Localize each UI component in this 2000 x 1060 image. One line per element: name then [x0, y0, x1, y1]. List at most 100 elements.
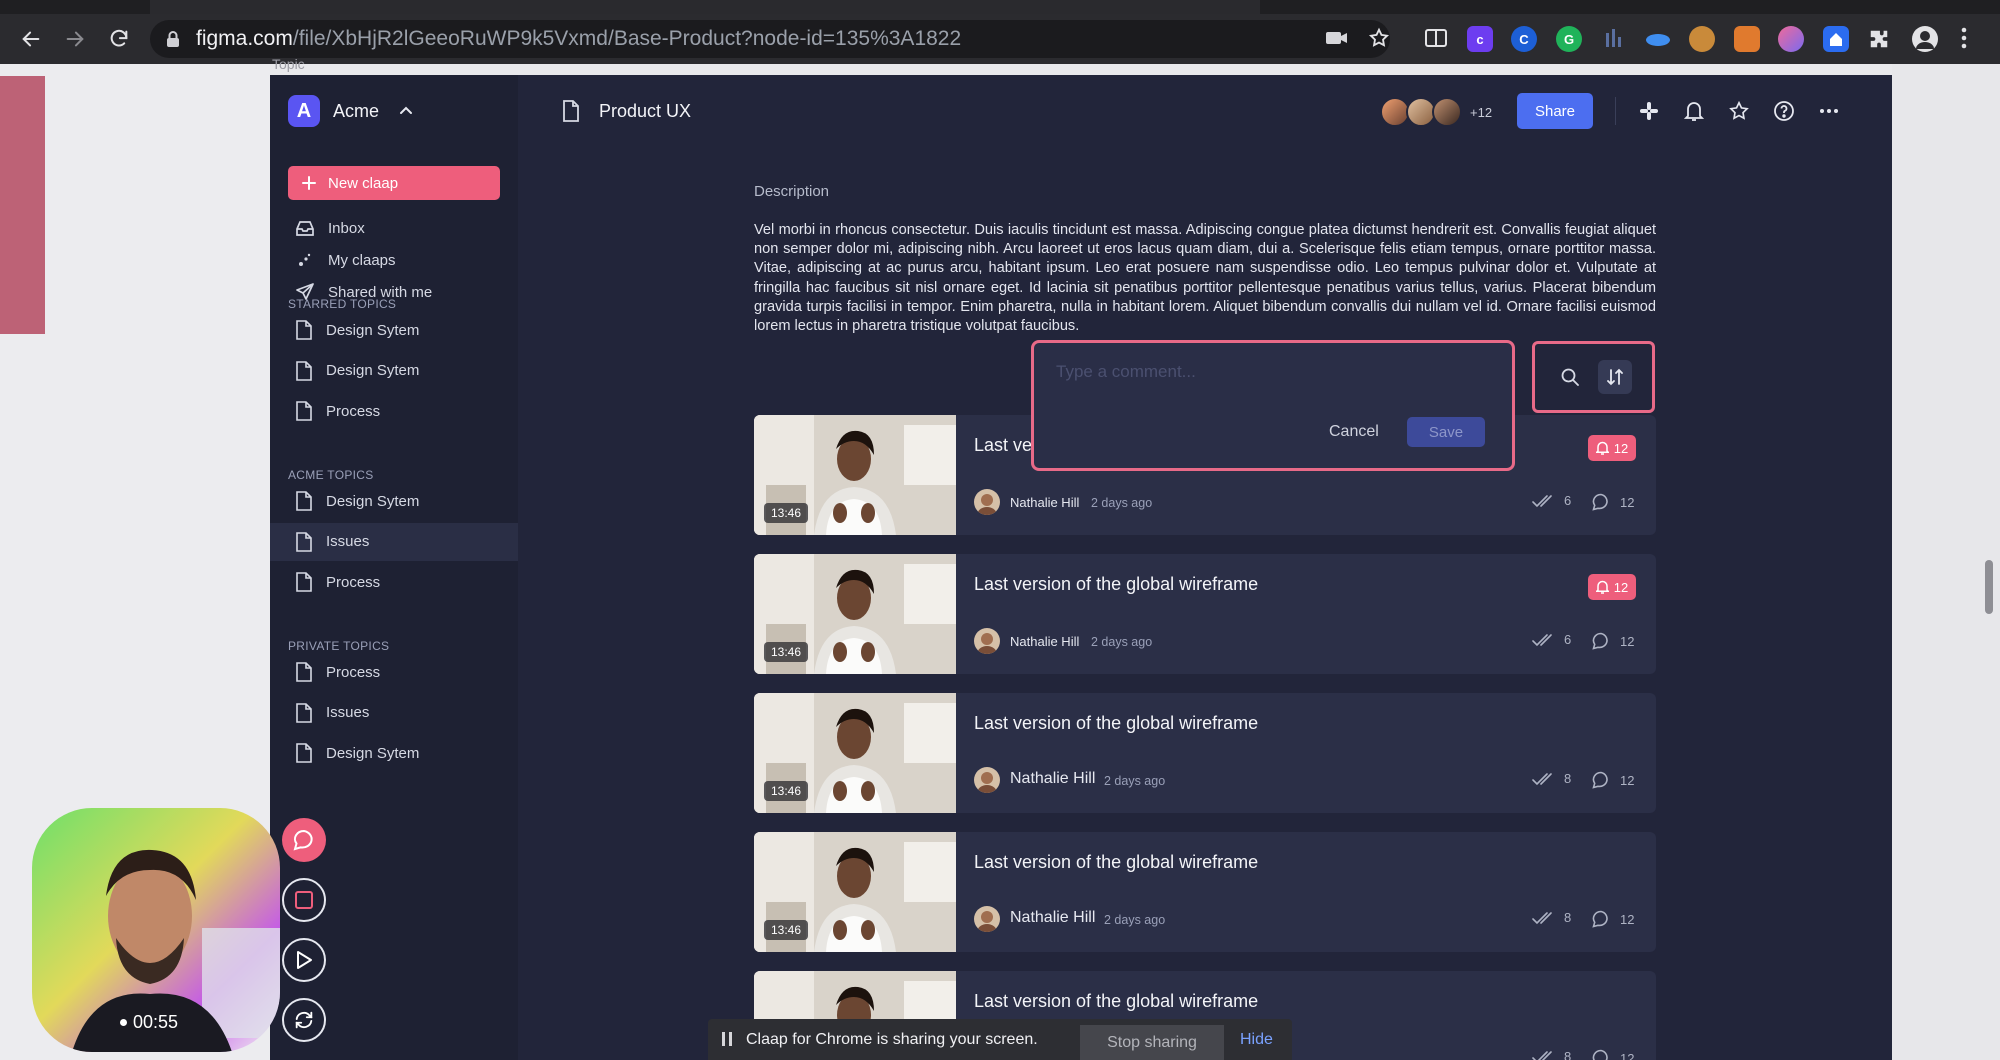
claap-card[interactable]: 13:46 Last version of the global wirefra… [754, 693, 1656, 813]
house-extension-icon[interactable] [1823, 26, 1849, 52]
collaborators-count[interactable]: +12 [1470, 105, 1492, 120]
double-check-icon [1532, 1050, 1552, 1060]
forward-icon[interactable] [60, 24, 90, 54]
page-title: Product UX [599, 101, 692, 121]
profile-icon[interactable] [1912, 26, 1938, 52]
hide-button[interactable]: Hide [1240, 1031, 1273, 1049]
document-icon [296, 743, 312, 763]
sidebar-topic-item[interactable]: Issues [270, 694, 518, 732]
workspace-name[interactable]: Acme [333, 101, 379, 122]
recording-timer: 00:55 [120, 1012, 178, 1033]
browser-menu-icon[interactable] [1960, 27, 1968, 49]
color-extension-icon[interactable] [1778, 26, 1804, 52]
stop-recording-button[interactable] [282, 878, 326, 922]
collaborator-avatar[interactable] [1432, 97, 1462, 127]
grammarly-extension-icon[interactable]: G [1556, 26, 1582, 52]
screen-share-message: Claap for Chrome is sharing your screen. [746, 1031, 1038, 1048]
video-thumbnail[interactable]: 13:46 [754, 832, 956, 952]
posted-time: 2 days ago [1104, 913, 1166, 927]
claap-title[interactable]: Last version of the global wireframe [974, 991, 1258, 1012]
sidebar-topic-item[interactable]: Process [270, 653, 518, 691]
reload-icon[interactable] [104, 24, 134, 54]
address-url: figma.com/file/XbHjR2lGeeoRuWP9k5Vxmd/Ba… [196, 27, 962, 50]
sidebar-topic-item[interactable]: Design Sytem [270, 734, 518, 772]
chevron-up-icon[interactable] [398, 103, 414, 119]
comment-icon [1592, 771, 1608, 789]
comments-count[interactable]: 12 [1592, 632, 1634, 650]
stop-sharing-button[interactable]: Stop sharing [1080, 1025, 1224, 1060]
done-count: 8 [1532, 1049, 1571, 1060]
bookmark-star-icon[interactable] [1368, 27, 1390, 49]
sidebar-topic-item[interactable]: Process [270, 563, 518, 601]
claap-title[interactable]: Last version of the global wireframe [974, 574, 1258, 595]
background-shape [0, 76, 45, 334]
notification-badge[interactable]: 12 [1588, 574, 1636, 600]
author-name: Nathalie Hill [1010, 909, 1096, 926]
author-name: Nathalie Hill [1010, 634, 1080, 649]
slack-icon[interactable] [1635, 97, 1663, 125]
comments-count[interactable]: 12 [1592, 910, 1634, 928]
back-icon[interactable] [16, 24, 46, 54]
double-check-icon [1532, 494, 1552, 507]
camera-in-use-icon[interactable] [1326, 30, 1348, 46]
play-icon [297, 951, 312, 969]
star-icon[interactable] [1725, 97, 1753, 125]
pause-icon[interactable] [722, 1031, 732, 1047]
c-extension-icon[interactable]: C [1511, 26, 1537, 52]
posted-time: 2 days ago [1091, 496, 1153, 510]
claap-card[interactable]: 13:46 Last version of the global wirefra… [754, 832, 1656, 952]
cloud-extension-icon[interactable] [1645, 26, 1671, 52]
screen-share-bar: Claap for Chrome is sharing your screen.… [708, 1019, 1292, 1060]
reading-mode-icon[interactable] [1424, 27, 1448, 49]
notification-badge[interactable]: 12 [1588, 435, 1636, 461]
lock-icon [166, 30, 180, 48]
comment-mode-button[interactable] [282, 818, 326, 862]
comment-input[interactable] [1054, 361, 1478, 383]
video-thumbnail[interactable]: 13:46 [754, 554, 956, 674]
search-icon[interactable] [1553, 360, 1587, 394]
author-avatar [974, 628, 1000, 654]
comments-count[interactable]: 12 [1592, 493, 1634, 511]
more-options-icon[interactable] [1815, 97, 1843, 125]
sidebar-item-label: Issues [326, 533, 370, 550]
video-duration: 13:46 [764, 781, 809, 801]
new-claap-button[interactable]: New claap [288, 166, 500, 200]
bell-icon [1595, 580, 1609, 594]
claap-card[interactable]: 13:46 Last version of the global wirefra… [754, 554, 1656, 674]
sidebar-topic-item[interactable]: Design Sytem [270, 352, 518, 390]
save-button[interactable]: Save [1407, 417, 1485, 447]
sidebar-topic-item[interactable]: Process [270, 392, 518, 430]
claap-title[interactable]: Last version of the global wireframe [974, 713, 1258, 734]
page-scrollbar[interactable] [1985, 560, 1993, 614]
browser-active-tab[interactable] [150, 0, 1260, 14]
sort-icon[interactable] [1598, 360, 1632, 394]
claap-extension-icon[interactable]: c [1467, 26, 1493, 52]
comments-count[interactable]: 12 [1592, 1049, 1634, 1060]
bell-icon [1595, 441, 1609, 455]
bell-icon[interactable] [1680, 97, 1708, 125]
sidebar-topic-item[interactable]: Design Sytem [270, 482, 518, 520]
posted-time: 2 days ago [1104, 774, 1166, 788]
list-tools [1532, 341, 1655, 413]
help-icon[interactable] [1770, 97, 1798, 125]
metamask-extension-icon[interactable] [1734, 26, 1760, 52]
video-thumbnail[interactable]: 13:46 [754, 415, 956, 535]
claap-title[interactable]: Last ve [974, 435, 1032, 456]
share-button[interactable]: Share [1517, 93, 1593, 129]
extensions-puzzle-icon[interactable] [1868, 28, 1890, 50]
sidebar-topic-item[interactable]: Issues [270, 522, 518, 561]
video-duration: 13:46 [764, 920, 809, 940]
claap-title[interactable]: Last version of the global wireframe [974, 852, 1258, 873]
cancel-button[interactable]: Cancel [1329, 423, 1379, 441]
workspace-logo[interactable]: A [288, 95, 320, 127]
stop-square-icon [295, 891, 313, 909]
sidebar-item-label: Design Sytem [326, 362, 420, 379]
sidebar-item-label: Process [326, 573, 381, 591]
play-button[interactable] [282, 938, 326, 982]
video-thumbnail[interactable]: 13:46 [754, 693, 956, 813]
sidebar-topic-item[interactable]: Design Sytem [270, 311, 518, 349]
restart-recording-button[interactable] [282, 998, 326, 1042]
cookie-extension-icon[interactable] [1689, 26, 1715, 52]
comments-count[interactable]: 12 [1592, 771, 1634, 789]
analytics-extension-icon[interactable] [1601, 26, 1627, 52]
